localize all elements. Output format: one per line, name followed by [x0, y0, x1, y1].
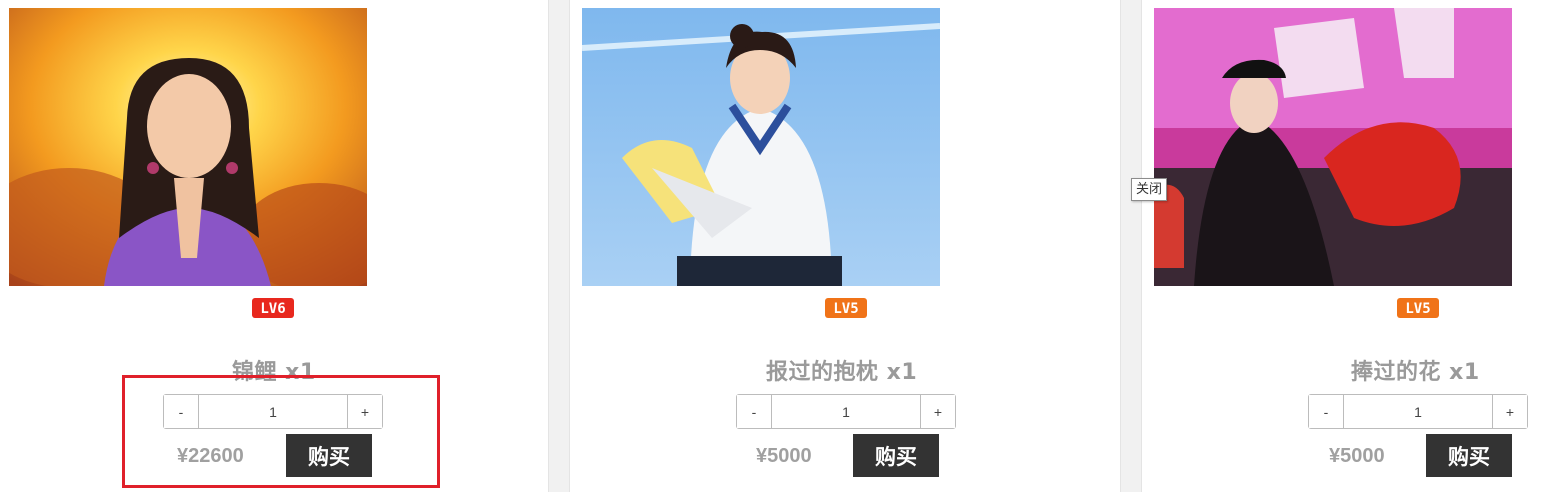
quantity-input[interactable] — [1344, 395, 1492, 428]
level-text: LV5 — [833, 301, 858, 317]
product-image[interactable] — [9, 8, 367, 286]
column-divider — [1120, 0, 1142, 492]
product-price: ¥5000 — [756, 445, 812, 467]
quantity-stepper: - + — [163, 394, 383, 429]
product-title: 锦鲤 x1 — [232, 360, 316, 385]
quantity-input[interactable] — [199, 395, 347, 428]
column-divider — [548, 0, 570, 492]
increase-quantity-button[interactable]: + — [1492, 395, 1527, 428]
product-card-3: LV5 捧过的花 x1 - + ¥5000 购买 — [1142, 0, 1553, 492]
level-badge: LV5 — [1397, 298, 1439, 318]
buy-button[interactable]: 购买 — [1426, 434, 1512, 477]
quantity-stepper: - + — [1308, 394, 1528, 429]
product-title: 报过的抱枕 x1 — [766, 360, 918, 385]
product-price: ¥22600 — [177, 445, 244, 467]
product-price: ¥5000 — [1329, 445, 1385, 467]
level-text: LV6 — [260, 301, 285, 317]
quantity-stepper: - + — [736, 394, 956, 429]
decrease-quantity-button[interactable]: - — [164, 395, 199, 428]
close-tooltip: 关闭 — [1131, 178, 1168, 201]
decrease-quantity-button[interactable]: - — [737, 395, 772, 428]
product-card-2: LV5 报过的抱枕 x1 - + ¥5000 购买 — [570, 0, 1120, 492]
product-card-1: LV6 锦鲤 x1 - + ¥22600 购买 — [0, 0, 548, 492]
increase-quantity-button[interactable]: + — [347, 395, 382, 428]
product-image[interactable] — [1154, 8, 1512, 286]
buy-button[interactable]: 购买 — [286, 434, 372, 477]
buy-button[interactable]: 购买 — [853, 434, 939, 477]
decrease-quantity-button[interactable]: - — [1309, 395, 1344, 428]
level-badge: LV6 — [252, 298, 294, 318]
level-text: LV5 — [1405, 301, 1430, 317]
product-title: 捧过的花 x1 — [1351, 360, 1480, 385]
quantity-input[interactable] — [772, 395, 920, 428]
level-badge: LV5 — [825, 298, 867, 318]
product-image[interactable] — [582, 8, 940, 286]
increase-quantity-button[interactable]: + — [920, 395, 955, 428]
